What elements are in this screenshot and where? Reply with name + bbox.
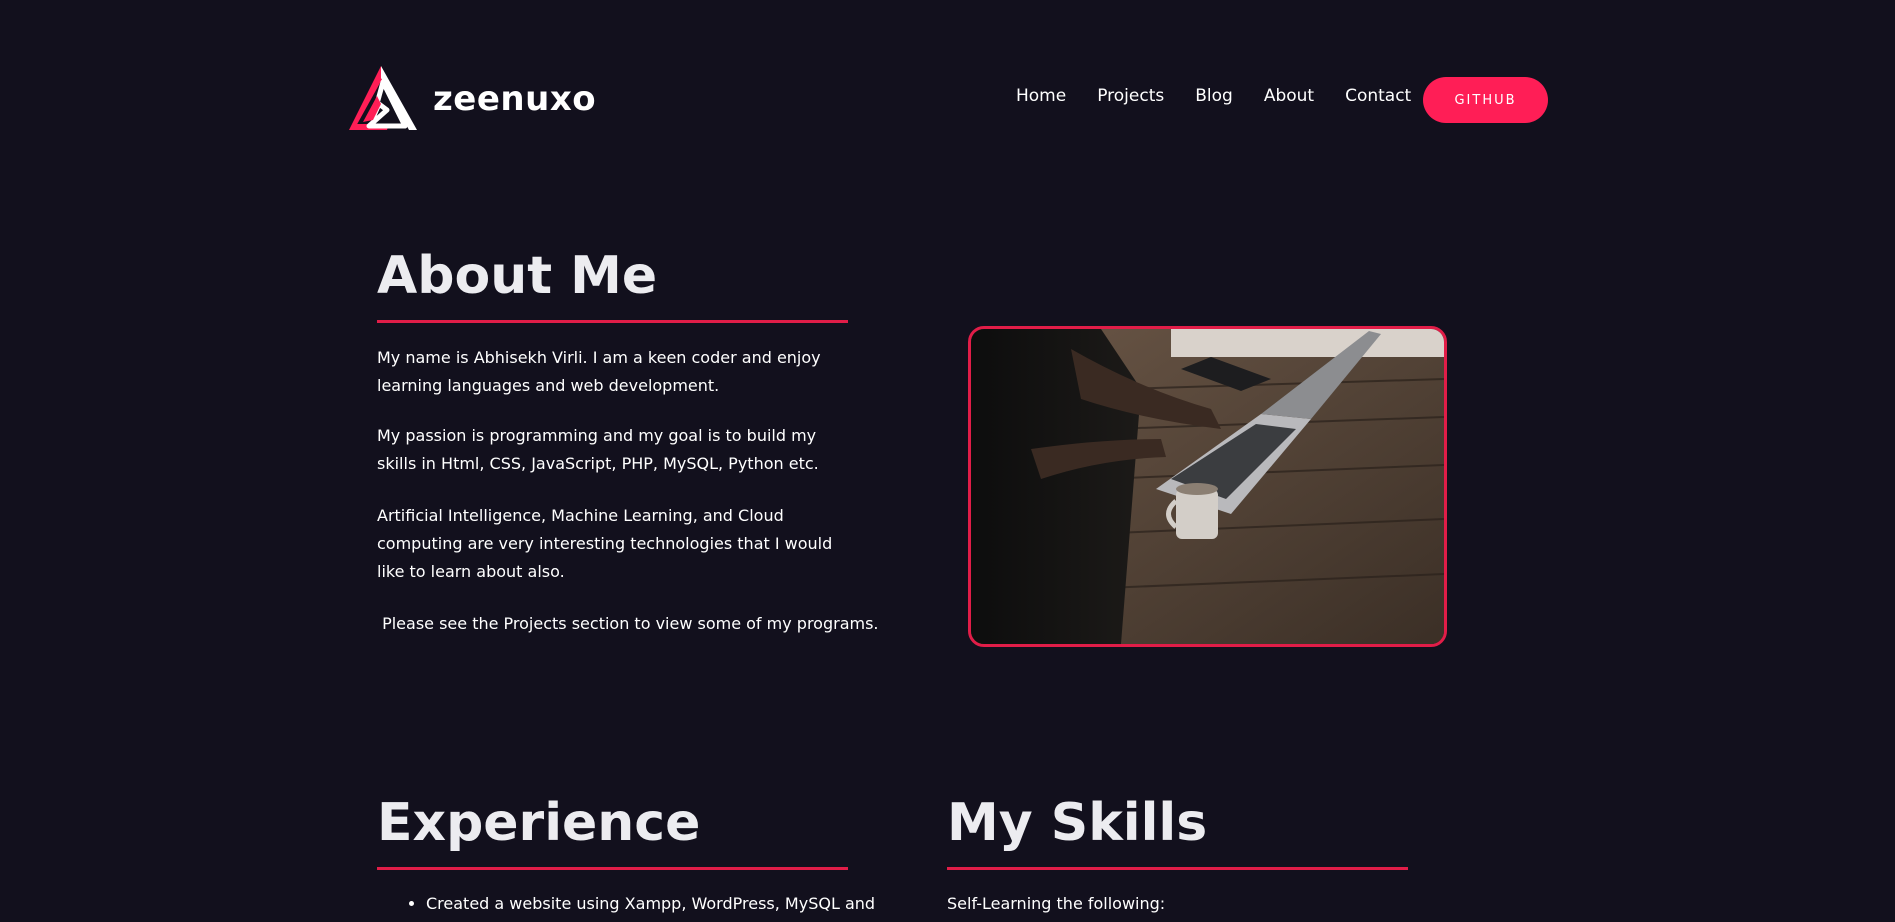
experience-title: Experience — [377, 793, 701, 853]
about-paragraph-2: My passion is programming and my goal is… — [377, 426, 819, 473]
triangle-logo-icon — [349, 66, 417, 130]
skills-intro: Self-Learning the following: — [947, 894, 1166, 913]
main-nav: Home Projects Blog About Contact — [1016, 86, 1442, 106]
list-item: Created a website using Xampp, WordPress… — [426, 890, 886, 918]
skills-title-underline — [947, 867, 1408, 870]
nav-projects-link[interactable]: Projects — [1097, 86, 1164, 106]
github-button[interactable]: GITHUB — [1423, 77, 1548, 123]
experience-list: Created a website using Xampp, WordPress… — [378, 890, 886, 918]
brand-logo[interactable]: zeenuxo — [347, 64, 596, 134]
experience-title-underline — [377, 867, 848, 870]
about-paragraph-1: My name is Abhisekh Virli. I am a keen c… — [377, 348, 821, 395]
about-title: About Me — [377, 246, 658, 306]
skills-title: My Skills — [947, 793, 1208, 853]
nav-contact-link[interactable]: Contact — [1345, 86, 1411, 106]
nav-home-link[interactable]: Home — [1016, 86, 1066, 106]
laptop-photo — [971, 329, 1444, 644]
nav-blog-link[interactable]: Blog — [1195, 86, 1233, 106]
about-title-underline — [377, 320, 848, 323]
brand-name: zeenuxo — [433, 79, 597, 119]
nav-about-link[interactable]: About — [1264, 86, 1314, 106]
about-photo — [968, 326, 1447, 647]
about-paragraph-3: Artificial Intelligence, Machine Learnin… — [377, 506, 833, 581]
about-paragraph-4: Please see the Projects section to view … — [377, 614, 879, 633]
page: zeenuxo Home Projects Blog About Contact… — [0, 0, 1895, 922]
